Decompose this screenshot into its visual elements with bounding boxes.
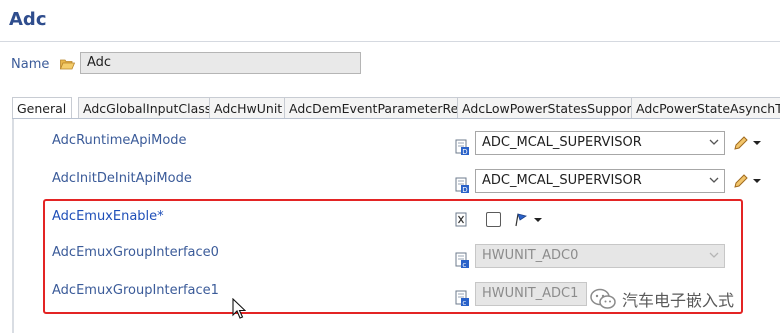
folder-icon <box>60 59 75 70</box>
tab-adc-low-power-states-support[interactable]: AdcLowPowerStatesSupport <box>457 97 637 118</box>
adc-init-deinit-api-mode-label: AdcInitDeInitApiMode <box>52 171 192 186</box>
enum-parameter-icon: D <box>455 177 469 193</box>
page-title: Adc <box>9 9 47 30</box>
enum-parameter-icon: D <box>455 139 469 155</box>
tab-adc-hw-unit[interactable]: AdcHwUnit <box>209 97 289 118</box>
watermark-text: 汽车电子嵌入式 <box>622 291 735 310</box>
name-input[interactable]: Adc <box>80 52 361 74</box>
watermark: 汽车电子嵌入式 <box>590 287 734 311</box>
editor-header: Adc <box>0 0 780 42</box>
tab-bar: General AdcGlobalInputClass AdcHwUnit Ad… <box>12 97 780 119</box>
tab-adc-dem-event-parameter-refs[interactable]: AdcDemEventParameterRefs <box>284 97 469 118</box>
adc-init-deinit-api-mode-value: ADC_MCAL_SUPERVISOR <box>482 173 642 188</box>
name-label: Name <box>11 57 50 72</box>
tab-general[interactable]: General <box>12 97 72 118</box>
svg-text:D: D <box>462 148 467 155</box>
pencil-icon[interactable] <box>733 173 763 189</box>
adc-runtime-api-mode-select[interactable]: ADC_MCAL_SUPERVISOR <box>475 131 725 155</box>
chevron-down-icon <box>709 177 719 183</box>
pencil-icon[interactable] <box>733 135 763 151</box>
adc-init-deinit-api-mode-select[interactable]: ADC_MCAL_SUPERVISOR <box>475 169 725 193</box>
tab-adc-power-state-asynch[interactable]: AdcPowerStateAsynchTra <box>631 97 780 118</box>
chevron-down-icon <box>709 139 719 145</box>
adc-runtime-api-mode-value: ADC_MCAL_SUPERVISOR <box>482 135 642 150</box>
svg-text:D: D <box>462 186 467 193</box>
adc-runtime-api-mode-label: AdcRuntimeApiMode <box>52 133 187 148</box>
tab-adc-global-input-class[interactable]: AdcGlobalInputClass <box>78 97 218 118</box>
wechat-icon <box>590 288 616 309</box>
mouse-cursor-icon <box>232 298 246 319</box>
panel-border <box>12 119 14 333</box>
